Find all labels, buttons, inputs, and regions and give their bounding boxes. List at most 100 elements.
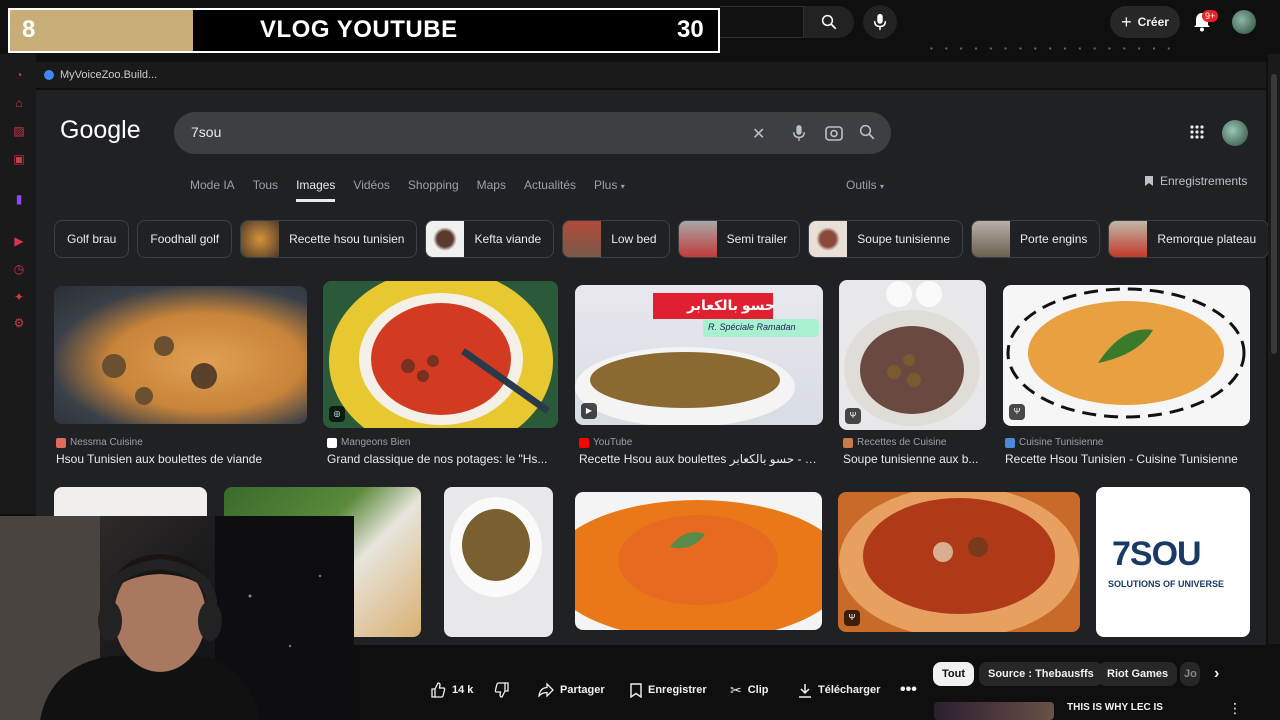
chip-thumbnail <box>241 221 280 257</box>
settings-icon[interactable]: ⚙ <box>12 316 26 330</box>
result-title[interactable]: Recette Hsou aux boulettes حسو بالكعابر … <box>579 452 819 466</box>
camera-lens-icon[interactable] <box>824 123 844 143</box>
result-thumbnail <box>844 281 980 426</box>
tools-menu[interactable]: Outils ▾ <box>846 178 884 192</box>
plus-icon: + <box>1121 12 1132 32</box>
image-result[interactable]: حسو بالكعابر R. Spéciale Ramadan ▶ <box>575 285 823 425</box>
result-source[interactable]: Nessma Cuisine <box>56 437 143 448</box>
tab-tous[interactable]: Tous <box>253 178 278 202</box>
kebab-menu-icon[interactable]: ⋮ <box>1228 700 1242 717</box>
filter-chip[interactable]: Tout <box>933 662 975 686</box>
chip[interactable]: Remorque plateau <box>1108 220 1270 258</box>
create-button[interactable]: + Créer <box>1110 6 1180 38</box>
tab-plus[interactable]: Plus ▾ <box>594 178 625 202</box>
source-favicon-icon <box>327 437 337 448</box>
bookmark-item[interactable]: MyVoiceZoo.Build... <box>60 69 157 81</box>
extension-icons: ▪▪▪▪▪▪▪▪▪▪▪▪▪▪▪▪▪ <box>930 44 1183 53</box>
source-favicon-icon <box>579 437 589 448</box>
dislike-button[interactable] <box>494 678 510 702</box>
like-button[interactable]: 14 k <box>430 678 473 702</box>
avatar[interactable] <box>1232 10 1256 34</box>
result-source-label: Recettes de Cuisine <box>857 437 947 448</box>
video-actions-bar: 14 k Partager Enregistrer ✂ Clip Télécha… <box>354 646 1280 720</box>
chip[interactable]: Foodhall golf <box>137 220 233 258</box>
stream-overlay-banner: 8 VLOG YOUTUBE 30 <box>8 8 720 53</box>
search-query-text[interactable]: 7sou <box>191 124 221 140</box>
twitch-icon[interactable]: ▮ <box>12 192 26 206</box>
saved-button[interactable]: Enregistrements <box>1144 174 1247 188</box>
voice-search-button[interactable] <box>863 5 897 39</box>
chip-label: Recette hsou tunisien <box>289 232 405 246</box>
result-title[interactable]: Recette Hsou Tunisien - Cuisine Tunisien… <box>1005 452 1253 466</box>
chip[interactable]: Porte engins <box>971 220 1101 258</box>
apps-grid-icon[interactable] <box>1190 125 1204 139</box>
image-result[interactable] <box>575 492 822 630</box>
image-result[interactable] <box>54 286 307 424</box>
chip[interactable]: Recette hsou tunisien <box>240 220 418 258</box>
player-icon[interactable]: ▶ <box>12 234 26 248</box>
scrollbar-thumb[interactable] <box>1271 74 1277 354</box>
chip[interactable]: Golf brau <box>54 220 130 258</box>
result-title[interactable]: Soupe tunisienne aux b... <box>843 452 987 466</box>
playlist-save-icon <box>630 682 642 698</box>
chip[interactable]: Kefta viande <box>425 220 555 258</box>
more-actions-icon[interactable]: ••• <box>900 678 917 702</box>
filter-chip[interactable]: Riot Games <box>1098 662 1178 686</box>
recipe-badge-icon: Ψ <box>844 610 860 626</box>
chip-label: Remorque plateau <box>1157 232 1257 246</box>
youtube-search-button[interactable] <box>804 6 854 38</box>
image-result[interactable]: Ψ <box>839 280 986 430</box>
chip[interactable]: Soupe tunisienne <box>808 220 964 258</box>
save-label: Enregistrer <box>648 684 707 696</box>
speed-dial-icon[interactable]: ◔ <box>12 68 26 82</box>
tab-images[interactable]: Images <box>296 178 336 202</box>
save-button[interactable]: Enregistrer <box>630 678 707 702</box>
store-icon[interactable]: ⌂ <box>12 96 26 110</box>
result-title[interactable]: Grand classique de nos potages: le "Hs..… <box>327 452 559 466</box>
google-logo[interactable]: Google <box>60 116 141 145</box>
image-result[interactable]: Ψ <box>1003 285 1250 426</box>
result-source[interactable]: YouTube <box>579 437 632 448</box>
banner-left-panel: 8 <box>10 10 193 51</box>
share-button[interactable]: Partager <box>538 678 605 702</box>
tab-shopping[interactable]: Shopping <box>408 178 459 202</box>
search-icon <box>821 14 837 30</box>
messenger-icon[interactable]: ▣ <box>12 152 26 166</box>
chip[interactable]: Semi trailer <box>677 220 801 258</box>
tab-videos[interactable]: Vidéos <box>353 178 389 202</box>
microphone-icon[interactable] <box>792 123 806 143</box>
result-source[interactable]: Cuisine Tunisienne <box>1005 437 1104 448</box>
image-result[interactable]: Ψ <box>838 492 1080 632</box>
image-result[interactable]: ◎ <box>323 281 558 428</box>
social-icon[interactable]: ▨ <box>12 124 26 138</box>
clip-button[interactable]: ✂ Clip <box>730 678 769 702</box>
recipe-badge-icon: Ψ <box>1009 404 1025 420</box>
history-icon[interactable]: ◷ <box>12 262 26 276</box>
youtube-search-input[interactable] <box>720 6 804 38</box>
clear-icon[interactable]: ✕ <box>752 124 765 144</box>
recipe-badge-icon: Ψ <box>845 408 861 424</box>
download-button[interactable]: Télécharger <box>798 678 880 702</box>
recipe-badge-icon: ◎ <box>329 406 345 422</box>
extensions-icon[interactable]: ✦ <box>12 290 26 304</box>
next-video-title[interactable]: THIS IS WHY LEC IS <box>1067 702 1163 713</box>
scrollbar[interactable] <box>1268 54 1280 644</box>
result-source[interactable]: Recettes de Cuisine <box>843 437 947 448</box>
result-source[interactable]: Mangeons Bien <box>327 437 411 448</box>
image-result[interactable] <box>444 487 553 637</box>
tab-actualites[interactable]: Actualités <box>524 178 576 202</box>
tab-maps[interactable]: Maps <box>477 178 506 202</box>
image-result[interactable]: 7SOU SOLUTIONS OF UNIVERSE <box>1096 487 1250 637</box>
google-search-bar[interactable]: 7sou ✕ <box>174 112 891 154</box>
chip[interactable]: Low bed <box>562 220 670 258</box>
result-title[interactable]: Hsou Tunisien aux boulettes de viande <box>56 452 309 466</box>
google-account-avatar[interactable] <box>1222 120 1248 146</box>
filter-chip[interactable]: Source : Thebausffs <box>979 662 1103 686</box>
webcam-feed <box>0 516 354 720</box>
search-icon[interactable] <box>858 123 876 141</box>
chevron-right-icon[interactable]: › <box>1214 662 1219 686</box>
next-video-thumbnail[interactable] <box>934 702 1054 720</box>
filter-chip[interactable]: Jo <box>1180 662 1200 686</box>
logo-tagline: SOLUTIONS OF UNIVERSE <box>1108 579 1225 589</box>
tab-mode-ia[interactable]: Mode IA <box>190 178 235 202</box>
